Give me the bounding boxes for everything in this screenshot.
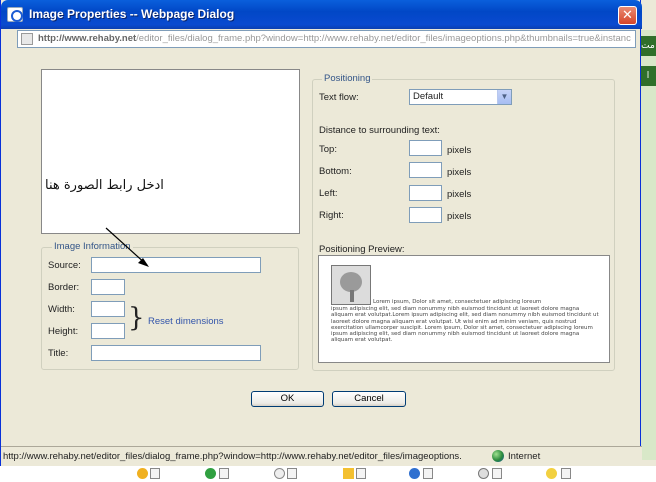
emoji-radio[interactable]: [219, 468, 229, 479]
emoji-radio[interactable]: [356, 468, 366, 479]
background-emoji-strip: [0, 466, 656, 482]
emoji-radio[interactable]: [561, 468, 571, 479]
magnifier-icon: [274, 468, 285, 479]
arrow-right-icon: [205, 468, 216, 479]
thumbs-up-icon: [137, 468, 148, 479]
arrow-head-icon: [138, 258, 149, 267]
smile-icon: [546, 468, 557, 479]
cool-face-icon: [478, 468, 489, 479]
arrow-line: [105, 227, 148, 266]
emoji-radio[interactable]: [423, 468, 433, 479]
emoji-radio[interactable]: [150, 468, 160, 479]
emoji-radio[interactable]: [287, 468, 297, 479]
question-icon: [409, 468, 420, 479]
warning-icon: [343, 468, 354, 479]
annotation-arrow: [105, 227, 149, 267]
emoji-radio[interactable]: [492, 468, 502, 479]
